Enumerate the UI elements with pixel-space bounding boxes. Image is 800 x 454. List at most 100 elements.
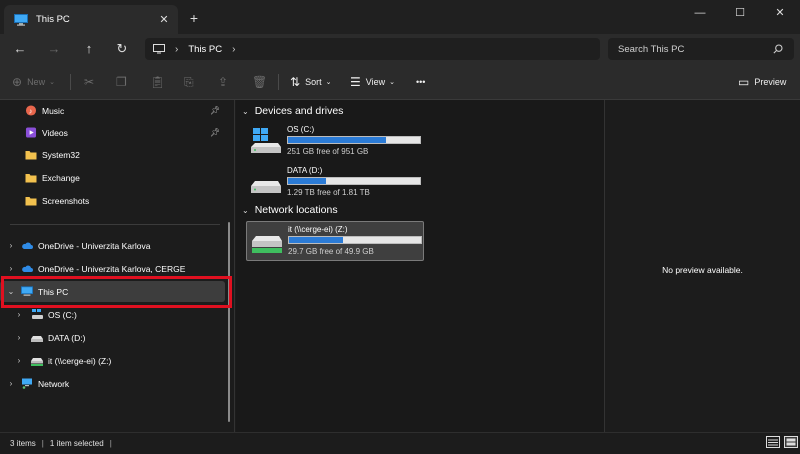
chevron-right-icon[interactable]: › xyxy=(14,356,24,365)
sidebar-item-label: Videos xyxy=(42,127,68,138)
drive-icon xyxy=(31,336,43,342)
status-separator-end: | xyxy=(109,439,112,448)
sidebar-item-onedrive[interactable]: › OneDrive - Univerzita Karlova xyxy=(0,235,225,256)
paste-button[interactable]: 📋︎ xyxy=(150,73,170,91)
command-bar: ⊕ New ⌄ ✂ ❐ 📋︎ ⎘ ⇪ 🗑︎ ⇅ Sort ⌄ ☰ View ⌄ … xyxy=(0,64,800,100)
cut-button[interactable]: ✂ xyxy=(84,73,99,91)
sidebar-scrollbar[interactable] xyxy=(228,222,230,422)
copy-button[interactable]: ❐ xyxy=(116,73,132,91)
chevron-right-icon[interactable]: › xyxy=(6,264,16,273)
content-area: ⌄ Devices and drives OS (C:) 251 GB free… xyxy=(236,100,604,432)
search-box[interactable]: Search This PC xyxy=(608,38,794,60)
chevron-right-icon[interactable]: › xyxy=(14,333,24,342)
sidebar-item-exchange[interactable]: Exchange xyxy=(0,167,225,188)
network-group-header[interactable]: ⌄ Network locations xyxy=(242,204,338,216)
drive-tile-data-d[interactable]: DATA (D:) 1.29 TB free of 1.81 TB xyxy=(246,163,426,203)
chevron-right-icon[interactable]: › xyxy=(6,379,16,388)
network-drive-icon xyxy=(252,236,282,253)
rename-icon: ⎘ xyxy=(184,74,194,89)
sidebar-item-videos[interactable]: Videos 📌︎ xyxy=(0,122,225,143)
chevron-right-icon[interactable]: › xyxy=(6,241,16,250)
devices-group-title: Devices and drives xyxy=(254,105,344,117)
preview-pane-button[interactable]: ▭ Preview xyxy=(738,73,786,91)
copy-icon: ❐ xyxy=(116,75,127,89)
network-drive-icon xyxy=(31,358,43,366)
new-button[interactable]: ⊕ New ⌄ xyxy=(12,73,55,91)
chevron-down-icon[interactable]: ⌄ xyxy=(242,107,249,116)
view-label: View xyxy=(365,77,386,87)
status-separator: | xyxy=(41,439,44,448)
tiles-view-icon[interactable] xyxy=(784,436,798,448)
preview-pane-icon: ▭ xyxy=(738,75,750,89)
maximize-button[interactable]: ☐ xyxy=(720,0,760,26)
details-view-icon[interactable] xyxy=(766,436,780,448)
more-icon: ••• xyxy=(416,77,426,87)
chevron-down-icon[interactable]: ⌄ xyxy=(242,206,249,215)
cloud-icon xyxy=(22,265,33,272)
drive-name: DATA (D:) xyxy=(287,166,323,175)
rename-button[interactable]: ⎘ xyxy=(184,73,199,91)
close-window-button[interactable]: ✕ xyxy=(760,0,800,26)
preview-pane: No preview available. xyxy=(605,100,800,432)
back-button[interactable]: ← xyxy=(8,39,32,59)
sidebar-item-network[interactable]: › Network xyxy=(0,373,225,394)
view-icon: ☰ xyxy=(350,75,361,89)
search-input[interactable]: Search This PC xyxy=(618,44,770,55)
minimize-button[interactable]: — xyxy=(680,0,720,26)
toolbar-divider xyxy=(70,74,71,90)
devices-group-header[interactable]: ⌄ Devices and drives xyxy=(242,105,343,117)
breadcrumb-separator-end[interactable]: › xyxy=(232,44,235,55)
breadcrumb-this-pc[interactable]: This PC xyxy=(188,44,222,55)
sidebar-item-music[interactable]: ♪ Music 📌︎ xyxy=(0,100,225,121)
close-tab-icon[interactable]: ✕ xyxy=(154,13,174,26)
selection-count: 1 item selected xyxy=(49,439,104,448)
chevron-down-icon: ⌄ xyxy=(325,79,332,86)
pin-icon: 📌︎ xyxy=(210,128,221,137)
more-options-button[interactable]: ••• xyxy=(416,73,425,91)
sidebar-item-label: OneDrive - Univerzita Karlova xyxy=(38,240,151,251)
sort-button[interactable]: ⇅ Sort ⌄ xyxy=(290,73,331,91)
plus-circle-icon: ⊕ xyxy=(12,75,23,89)
sidebar-item-data-d[interactable]: › DATA (D:) xyxy=(0,327,225,348)
refresh-button[interactable]: ↻ xyxy=(110,39,134,59)
nav-pane-divider[interactable] xyxy=(234,100,235,432)
chevron-down-icon: ⌄ xyxy=(49,79,55,86)
chevron-right-icon[interactable]: › xyxy=(14,310,24,319)
up-button[interactable]: ↑ xyxy=(77,39,101,59)
sidebar-item-label: OS (C:) xyxy=(48,309,77,320)
music-icon: ♪ xyxy=(25,105,37,116)
title-bar: This PC ✕ + — ☐ ✕ xyxy=(0,0,800,34)
address-row: ← → ↑ ↻ › This PC › Search This PC xyxy=(0,34,800,64)
sidebar-item-screenshots[interactable]: Screenshots xyxy=(0,190,225,211)
sidebar-item-network-drive-z[interactable]: › it (\\cerge-ei) (Z:) xyxy=(0,350,225,371)
sidebar-item-system32[interactable]: System32 xyxy=(0,144,225,165)
pin-icon: 📌︎ xyxy=(210,106,221,115)
address-bar[interactable]: › This PC › xyxy=(145,38,600,60)
drive-tile-network-z[interactable]: it (\\cerge-ei) (Z:) 29.7 GB free of 49.… xyxy=(246,221,424,261)
folder-icon xyxy=(25,174,37,183)
drive-usage-fill xyxy=(289,237,344,243)
this-pc-icon xyxy=(14,13,28,26)
forward-button[interactable]: → xyxy=(42,39,66,59)
sidebar-divider xyxy=(10,224,220,225)
sidebar-item-label: Network xyxy=(38,378,70,389)
sidebar-item-label: Exchange xyxy=(42,172,80,183)
share-button[interactable]: ⇪ xyxy=(218,73,233,91)
windows-drive-icon xyxy=(251,128,281,153)
cloud-icon xyxy=(22,242,33,249)
drive-usage-bar xyxy=(287,136,421,144)
folder-icon xyxy=(25,197,37,206)
share-icon: ⇪ xyxy=(218,75,229,89)
tab-this-pc[interactable]: This PC ✕ xyxy=(4,5,178,34)
view-button[interactable]: ☰ View ⌄ xyxy=(350,73,395,91)
drive-usage-fill xyxy=(288,137,386,143)
drive-tile-os-c[interactable]: OS (C:) 251 GB free of 951 GB xyxy=(246,122,426,162)
chevron-down-icon: ⌄ xyxy=(389,79,395,86)
new-tab-button[interactable]: + xyxy=(186,10,202,26)
breadcrumb-separator[interactable]: › xyxy=(175,44,178,55)
network-group-title: Network locations xyxy=(254,204,338,216)
delete-button[interactable]: 🗑︎ xyxy=(252,73,272,91)
drive-name: OS (C:) xyxy=(287,125,315,134)
item-count: 3 items xyxy=(10,439,36,448)
status-bar: 3 items | 1 item selected | xyxy=(0,432,800,454)
